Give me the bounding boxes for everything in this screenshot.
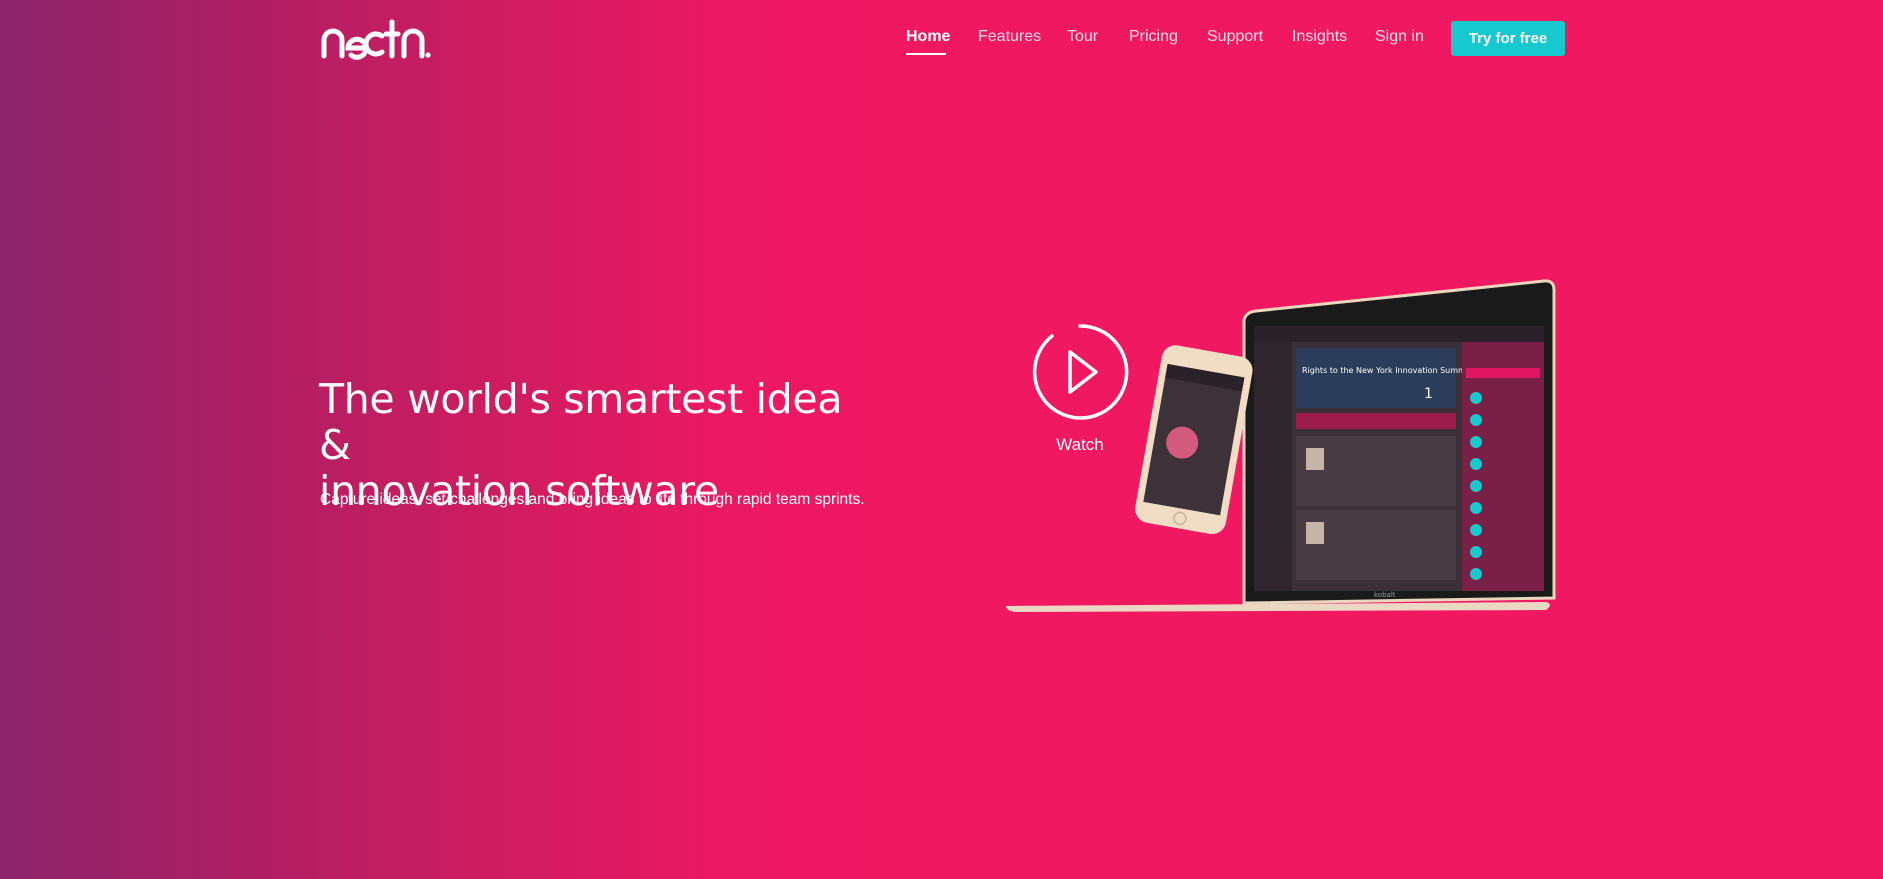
nav-pricing[interactable]: Pricing: [1129, 28, 1178, 46]
hero-title-line-1: The world's smartest idea &: [319, 375, 843, 469]
hero-subtitle: Capture ideas, set challenges and bring …: [320, 491, 865, 508]
nav-sign-in[interactable]: Sign in: [1375, 28, 1424, 46]
logo-icon: [321, 19, 431, 60]
active-nav-indicator: [906, 53, 946, 55]
laptop-phone-mockup: Rights to the New York Innovation Summit…: [1006, 279, 1556, 612]
try-for-free-button[interactable]: Try for free: [1451, 21, 1565, 56]
screen-banner-count: 1: [1424, 386, 1433, 402]
nav-home[interactable]: Home: [906, 28, 950, 46]
devices-illustration: Rights to the New York Innovation Summit…: [1006, 278, 1566, 618]
top-navigation: Home Features Tour Pricing Support Insig…: [0, 0, 1883, 80]
nectin-logo[interactable]: [320, 16, 432, 62]
nav-tour[interactable]: Tour: [1067, 28, 1098, 46]
laptop-brand: kobalt: [1374, 591, 1396, 599]
nav-support[interactable]: Support: [1207, 28, 1263, 46]
nav-features[interactable]: Features: [978, 28, 1041, 46]
nav-insights[interactable]: Insights: [1292, 28, 1347, 46]
